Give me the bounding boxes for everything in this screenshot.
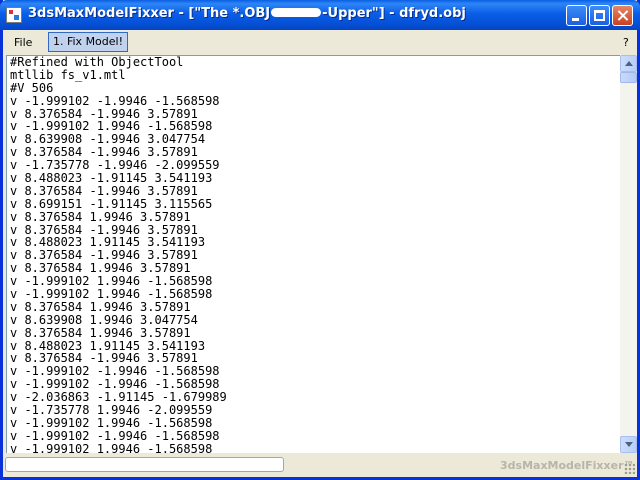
code-line[interactable]: v 8.488023 -1.91145 3.541193 [10, 172, 227, 185]
status-bar: 3dsMaxModelFixxer™ [3, 453, 637, 477]
close-button[interactable] [612, 5, 633, 26]
menu-help[interactable]: ? [623, 36, 629, 49]
code-line[interactable]: v -1.999102 1.9946 -1.568598 [10, 288, 227, 301]
status-brand: 3dsMaxModelFixxer™ [500, 459, 635, 472]
scroll-down-arrow-icon[interactable] [620, 436, 637, 453]
code-line[interactable]: v -1.999102 -1.9946 -1.568598 [10, 94, 227, 108]
code-line[interactable]: mtllib fs_v1.mtl [10, 68, 227, 82]
code-line[interactable]: v -1.735778 1.9946 -2.099559 [10, 404, 227, 417]
window-title-prefix: 3dsMaxModelFixxer - ["The *.OBJ [28, 6, 271, 21]
menu-bar: File 1. Fix Model! ? [3, 30, 637, 54]
code-line[interactable]: v 8.376584 1.9946 3.57891 [10, 326, 227, 340]
code-line[interactable]: v -1.999102 1.9946 -1.568598 [10, 442, 227, 453]
title-bar[interactable]: 3dsMaxModelFixxer - ["The *.OBJ -Upper"] … [0, 0, 640, 30]
code-line[interactable]: v 8.699151 -1.91145 3.115565 [10, 197, 227, 211]
scroll-up-arrow-icon[interactable] [620, 55, 637, 72]
app-icon[interactable] [6, 7, 22, 23]
code-line[interactable]: #V 506 [10, 81, 227, 95]
code-line[interactable]: v -1.999102 1.9946 -1.568598 [10, 417, 227, 430]
resize-grip-icon[interactable] [624, 463, 635, 474]
window-title: 3dsMaxModelFixxer - ["The *.OBJ -Upper"] … [28, 6, 466, 21]
code-line[interactable]: v 8.376584 1.9946 3.57891 [10, 210, 227, 224]
redacted-title-segment [271, 8, 322, 17]
code-content[interactable]: #Refined with ObjectTool mtllib fs_v1.mtl… [10, 56, 227, 453]
code-line[interactable]: v 8.639908 1.9946 3.047754 [10, 313, 227, 327]
window-title-suffix: -Upper"] - dfryd.obj [322, 6, 466, 21]
obj-text-editor[interactable]: #Refined with ObjectTool mtllib fs_v1.mtl… [6, 55, 621, 453]
code-line[interactable]: v 8.376584 1.9946 3.57891 [10, 301, 227, 314]
vertical-scrollbar[interactable] [620, 55, 637, 453]
menu-file[interactable]: File [14, 36, 32, 49]
code-line[interactable]: v 8.376584 -1.9946 3.57891 [10, 185, 227, 198]
progress-bar [5, 457, 284, 472]
app-window: 3dsMaxModelFixxer - ["The *.OBJ -Upper"] … [0, 0, 640, 480]
code-line[interactable]: v -1.999102 -1.9946 -1.568598 [10, 429, 227, 443]
maximize-button[interactable] [589, 5, 610, 26]
fix-model-button[interactable]: 1. Fix Model! [48, 32, 128, 52]
minimize-button[interactable] [566, 5, 587, 26]
scroll-thumb[interactable] [620, 72, 637, 83]
code-line[interactable]: #Refined with ObjectTool [10, 56, 227, 69]
